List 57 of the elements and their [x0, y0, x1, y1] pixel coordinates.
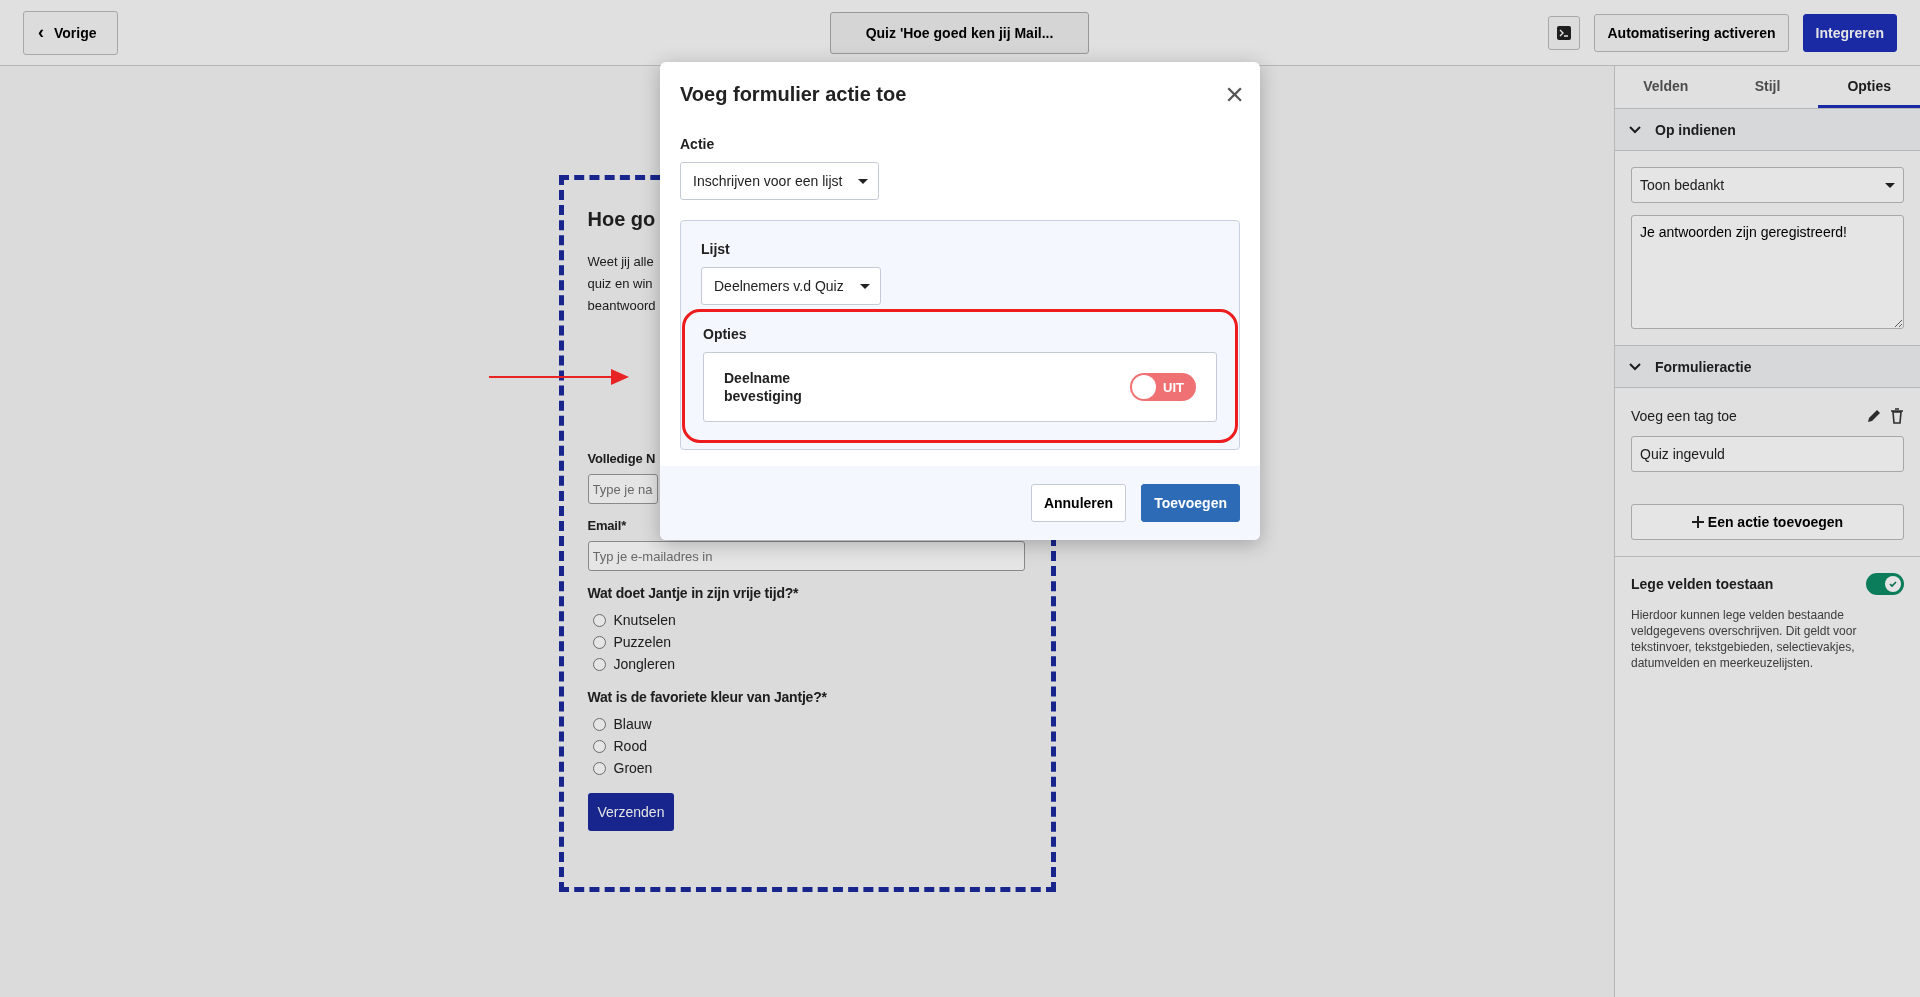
option-label: Jongleren [613, 656, 675, 672]
dropdown[interactable]: Toon bedankt [1631, 167, 1904, 203]
submit-button[interactable]: Verzenden [587, 793, 675, 831]
close-button[interactable]: × [1221, 78, 1248, 110]
sidebar-tab[interactable]: Velden [1615, 66, 1717, 108]
radio-button[interactable] [592, 739, 606, 753]
back-button[interactable]: ‹ Vorige [23, 10, 118, 55]
message-textarea[interactable]: Je antwoorden zijn geregistreerd! [1631, 215, 1904, 329]
radio-button[interactable] [592, 717, 606, 731]
option-label: Puzzelen [613, 634, 672, 650]
radio-button[interactable] [592, 613, 606, 627]
option-label: Rood [613, 738, 647, 754]
option-label: Deelname bevestiging [724, 369, 803, 405]
option-label: Blauw [613, 716, 652, 732]
options-label: Opties [703, 326, 748, 342]
section-header[interactable]: Formulieractie [1615, 346, 1920, 388]
help-text: Hierdoor kunnen lege velden bestaande veldgegevens overschrijven. Dit geldt voor tekstinvoer, tekstgebieden, selectievakjes, datumvelden en meerkeuzelijsten. [1631, 607, 1858, 671]
section-title: Formulieractie [1655, 358, 1752, 375]
input-field[interactable]: Typ je e-mailadres in [587, 541, 1025, 571]
form-heading: Hoe go [587, 208, 656, 231]
option-label: Groen [613, 760, 653, 776]
radio-button[interactable] [592, 761, 606, 775]
cancel-button[interactable]: Annuleren [1030, 484, 1127, 522]
field-label: Actie [680, 136, 716, 152]
form-intro-text: quiz en win [587, 275, 653, 293]
radio-button[interactable] [592, 635, 606, 649]
question-label: Wat doet Jantje in zijn vrije tijd?* [587, 585, 799, 601]
form-title-button[interactable]: Quiz 'Hoe goed ken jij Mail... [830, 11, 1089, 54]
toggle-switch[interactable] [1866, 573, 1904, 595]
plus-icon [1691, 516, 1704, 528]
option-label: Knutselen [613, 612, 676, 628]
section-title: Op indienen [1655, 121, 1736, 138]
form-intro-text: Weet jij alle [587, 253, 654, 271]
integrate-button[interactable]: Integreren [1802, 13, 1897, 52]
action-dropdown[interactable]: Inschrijven voor een lijst [680, 162, 880, 200]
setting-label: Lege velden toestaan [1631, 576, 1774, 592]
input-field[interactable]: Type je na [587, 474, 658, 504]
dialog-title: Voeg formulier actie toe [680, 82, 907, 106]
terminal-button[interactable] [1548, 15, 1581, 50]
form-intro-text: beantwoord [587, 297, 656, 315]
add-action-button[interactable]: Een actie toevoegen [1631, 504, 1904, 540]
field-label: Email* [587, 518, 627, 533]
add-button[interactable]: Toevoegen [1141, 484, 1240, 522]
pencil-icon[interactable] [1866, 408, 1882, 424]
radio-button[interactable] [592, 657, 606, 671]
list-dropdown[interactable]: Deelnemers v.d Quiz [701, 267, 881, 305]
check-icon [1888, 579, 1898, 589]
section-header[interactable]: Op indienen [1615, 109, 1920, 151]
action-title: Voeg een tag toe [1631, 408, 1737, 424]
question-label: Wat is de favoriete kleur van Jantje?* [587, 689, 827, 705]
sidebar-tab[interactable]: Stijl [1716, 66, 1819, 108]
field-label: Lijst [701, 241, 731, 257]
field-label: Volledige N [587, 451, 656, 466]
trash-icon[interactable] [1890, 408, 1904, 424]
terminal-icon [1556, 24, 1573, 41]
tag-field[interactable]: Quiz ingevuld [1631, 436, 1904, 472]
automation-button[interactable]: Automatisering activeren [1594, 13, 1789, 52]
